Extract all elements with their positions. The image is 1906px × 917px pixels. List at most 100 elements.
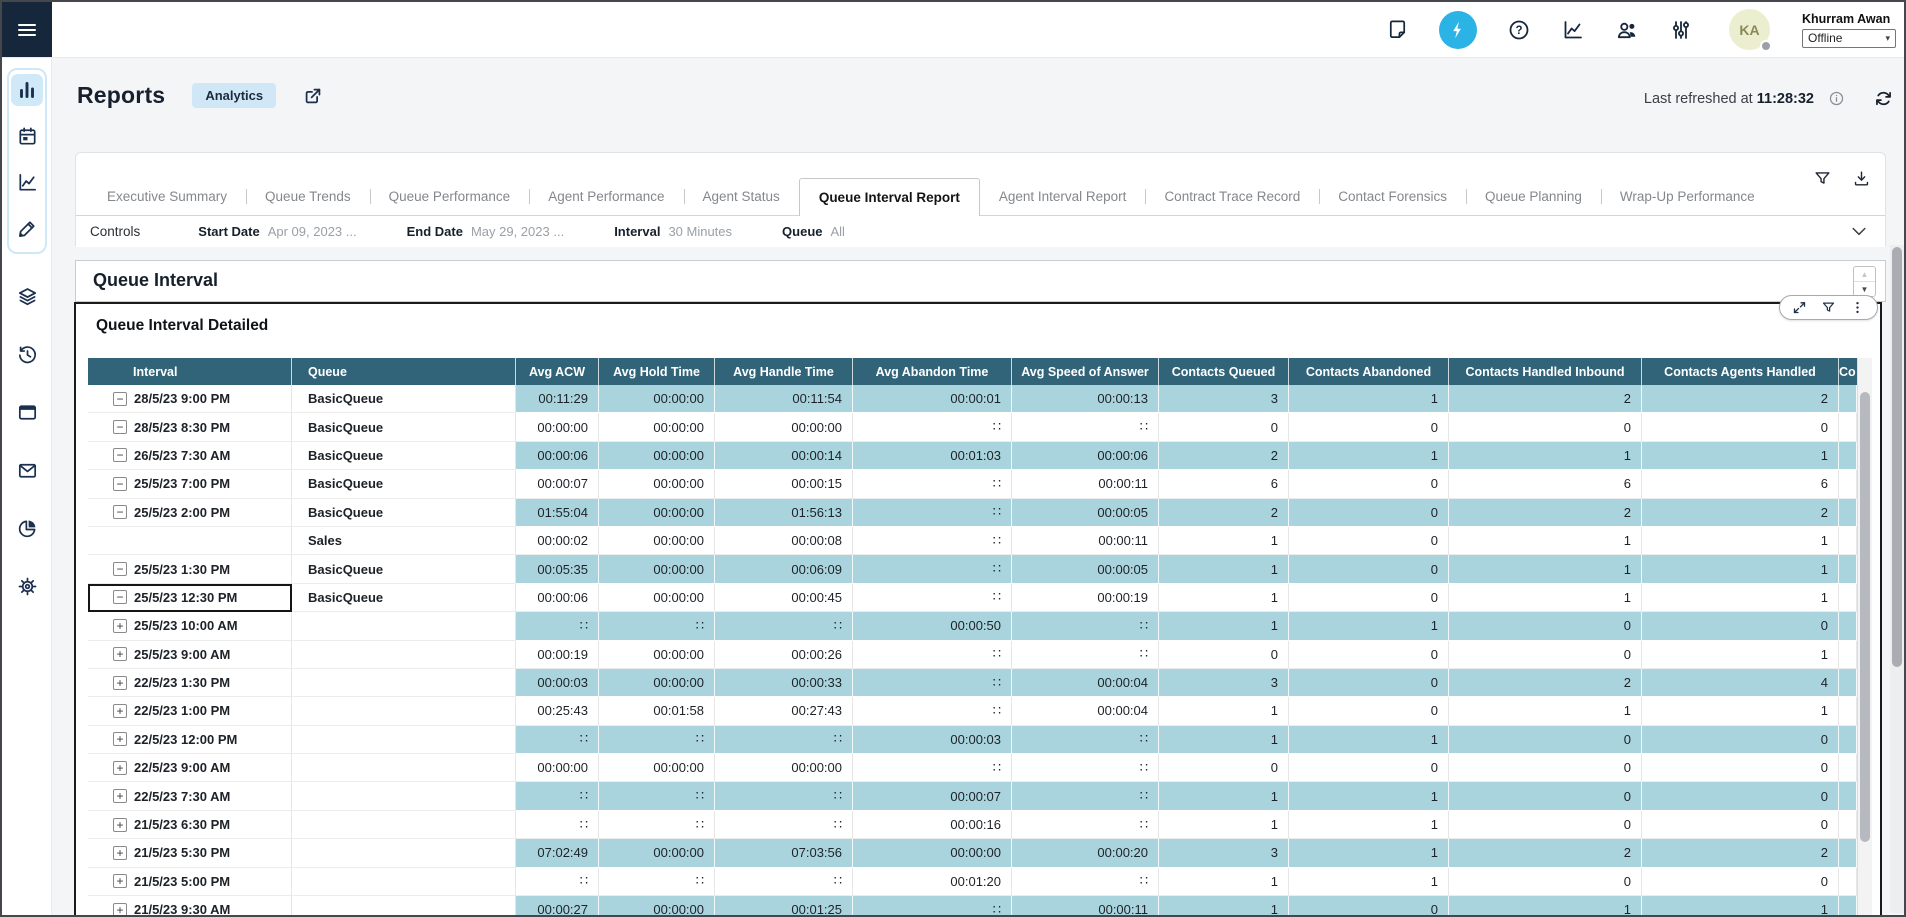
collapse-row-icon[interactable]: − [113,562,127,576]
column-header[interactable]: Avg Speed of Answer [1012,358,1159,385]
column-header[interactable]: Avg Handle Time [715,358,853,385]
table-scrollbar[interactable] [1857,358,1872,917]
collapse-row-icon[interactable]: − [113,420,127,434]
collapse-row-icon[interactable]: − [113,505,127,519]
expand-icon[interactable] [1792,300,1807,315]
tab-executive-summary[interactable]: Executive Summary [88,178,246,216]
status-select[interactable]: Offline ▾ [1802,29,1896,48]
value-cell: 00:00:19 [516,641,599,669]
expand-row-icon[interactable]: + [113,676,127,690]
refresh-icon[interactable] [1873,88,1894,109]
column-header[interactable]: Contacts Abandoned [1289,358,1449,385]
expand-row-icon[interactable]: + [113,789,127,803]
value-cell: 0 [1289,754,1449,782]
column-header[interactable]: Avg ACW [516,358,599,385]
value-cell: 1 [1449,527,1642,555]
control-end-date[interactable]: End DateMay 29, 2023 ... [407,224,565,239]
sliders-icon[interactable] [1669,18,1693,42]
tab-queue-interval-report[interactable]: Queue Interval Report [799,178,980,216]
value-cell: 00:25:43 [516,697,599,725]
page-scrollbar[interactable] [1890,245,1904,913]
column-header[interactable]: Avg Hold Time [599,358,715,385]
control-interval[interactable]: Interval30 Minutes [614,224,732,239]
line-chart-icon[interactable] [1561,18,1585,42]
value-cell: 0 [1642,726,1839,754]
collapse-row-icon[interactable]: − [113,590,127,604]
expand-row-icon[interactable]: + [113,874,127,888]
status-select-value: Offline [1808,31,1842,45]
control-queue[interactable]: QueueAll [782,224,845,239]
sidebar-item-gear[interactable] [11,570,43,602]
tab-queue-performance[interactable]: Queue Performance [370,178,530,216]
collapse-row-icon[interactable]: − [113,392,127,406]
collapse-row-icon[interactable]: − [113,448,127,462]
clipped-value-cell [1839,555,1857,583]
column-header[interactable]: Queue [292,358,516,385]
expand-row-icon[interactable]: + [113,761,127,775]
expand-row-icon[interactable]: + [113,903,127,917]
queue-cell: Sales [292,527,516,555]
sidebar-item-trend-chart[interactable] [11,166,43,198]
column-header[interactable]: Interval [88,358,292,385]
avatar[interactable]: KA [1729,9,1770,50]
sidebar-item-design-pen[interactable] [11,212,43,244]
tab-agent-performance[interactable]: Agent Performance [529,178,683,216]
tab-wrap-up-performance[interactable]: Wrap-Up Performance [1601,178,1774,216]
table-row: −28/5/23 9:00 PMBasicQueue00:11:2900:00:… [88,385,1857,413]
value-cell: 00:11:54 [715,385,853,413]
users-icon[interactable] [1615,18,1639,42]
expand-row-icon[interactable]: + [113,704,127,718]
hamburger-menu-button[interactable] [2,2,52,57]
column-header[interactable]: Co [1839,358,1857,385]
sidebar-item-bar-chart[interactable] [11,74,43,106]
control-start-date[interactable]: Start DateApr 09, 2023 ... [198,224,356,239]
spinner-down-button[interactable]: ▼ [1854,282,1875,296]
interval-value: 21/5/23 9:30 AM [134,902,230,917]
info-icon[interactable] [1828,90,1845,107]
interval-value: 21/5/23 5:00 PM [134,874,230,889]
kebab-menu-icon[interactable] [1850,300,1865,315]
page-scrollbar-thumb[interactable] [1892,247,1902,667]
tab-contact-forensics[interactable]: Contact Forensics [1319,178,1466,216]
table-scrollbar-thumb[interactable] [1860,392,1870,842]
help-icon[interactable]: ? [1507,18,1531,42]
value-cell: 0 [1449,754,1642,782]
expand-row-icon[interactable]: + [113,732,127,746]
sidebar-item-pie-chart[interactable] [11,512,43,544]
column-header[interactable]: Contacts Handled Inbound [1449,358,1642,385]
download-icon[interactable] [1852,169,1871,188]
value-cell: 1 [1642,527,1839,555]
value-cell: 0 [1642,413,1839,441]
spark-icon[interactable] [1439,11,1477,49]
spinner-up-button[interactable]: ▲ [1854,267,1875,282]
panel-filter-icon[interactable] [1821,300,1836,315]
column-header[interactable]: Contacts Agents Handled [1642,358,1839,385]
value-cell: ∷ [1012,782,1159,810]
column-header[interactable]: Contacts Queued [1159,358,1289,385]
sidebar-item-history[interactable] [11,338,43,370]
expand-row-icon[interactable]: + [113,818,127,832]
queue-cell: BasicQueue [292,385,516,413]
note-icon[interactable] [1385,18,1409,42]
interval-cell: +22/5/23 9:00 AM [88,754,292,782]
sidebar-item-mail[interactable] [11,454,43,486]
collapse-row-icon[interactable]: − [113,477,127,491]
expand-row-icon[interactable]: + [113,619,127,633]
sidebar-item-calendar[interactable] [11,120,43,152]
queue-cell [292,839,516,867]
external-link-icon[interactable] [302,85,324,107]
expand-row-icon[interactable]: + [113,647,127,661]
sidebar-item-layers[interactable] [11,280,43,312]
value-cell: 0 [1449,868,1642,896]
column-header[interactable]: Avg Abandon Time [853,358,1012,385]
interval-cell: +22/5/23 12:00 PM [88,726,292,754]
tab-queue-planning[interactable]: Queue Planning [1466,178,1601,216]
expand-row-icon[interactable]: + [113,846,127,860]
tab-queue-trends[interactable]: Queue Trends [246,178,370,216]
tab-contract-trace-record[interactable]: Contract Trace Record [1145,178,1319,216]
controls-collapse-chevron-icon[interactable] [1849,221,1869,241]
tab-agent-status[interactable]: Agent Status [684,178,799,216]
table-row: +25/5/23 9:00 AM00:00:1900:00:0000:00:26… [88,641,1857,669]
sidebar-item-browser-window[interactable] [11,396,43,428]
tab-agent-interval-report[interactable]: Agent Interval Report [980,178,1146,216]
